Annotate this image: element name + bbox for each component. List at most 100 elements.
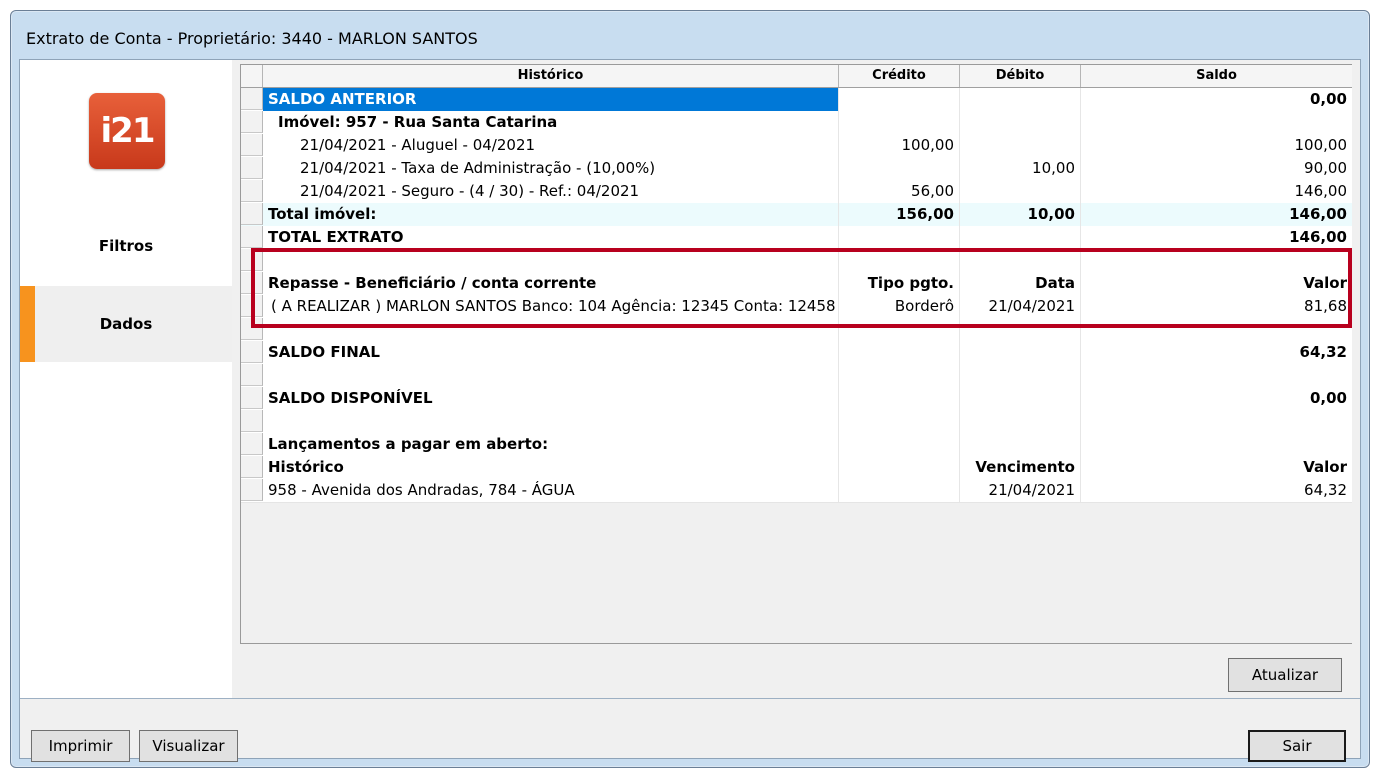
cell-historico[interactable]: SALDO FINAL <box>263 341 839 364</box>
cell-saldo[interactable]: 100,00 <box>1081 134 1352 157</box>
cell-historico[interactable]: Total imóvel: <box>263 203 839 226</box>
row-indicator[interactable] <box>241 134 263 156</box>
cell-credito[interactable]: 156,00 <box>839 203 960 226</box>
cell-saldo[interactable]: 0,00 <box>1081 88 1352 111</box>
cell-debito[interactable]: 21/04/2021 <box>960 295 1081 318</box>
cell-credito[interactable] <box>839 318 960 341</box>
cell-saldo[interactable]: 90,00 <box>1081 157 1352 180</box>
row-imovel[interactable]: Imóvel: 957 - Rua Santa Catarina <box>241 111 1352 135</box>
row-indicator[interactable] <box>241 226 263 248</box>
cell-saldo[interactable]: 146,00 <box>1081 180 1352 203</box>
cell-credito[interactable] <box>839 88 960 111</box>
cell-saldo[interactable] <box>1081 318 1352 341</box>
row-indicator[interactable] <box>241 456 263 478</box>
cell-credito[interactable]: Borderô <box>839 295 960 318</box>
cell-debito[interactable] <box>960 387 1081 410</box>
row-indicator[interactable] <box>241 249 263 271</box>
cell-credito[interactable] <box>839 341 960 364</box>
row-indicator[interactable] <box>241 410 263 432</box>
imprimir-button[interactable]: Imprimir <box>31 730 130 762</box>
row-lancamentos-header[interactable]: Histórico Vencimento Valor <box>241 456 1352 480</box>
extrato-grid[interactable]: Histórico Crédito Débito Saldo SALDO ANT… <box>240 64 1352 644</box>
cell-historico[interactable]: 21/04/2021 - Seguro - (4 / 30) - Ref.: 0… <box>263 180 839 203</box>
cell-saldo[interactable]: 0,00 <box>1081 387 1352 410</box>
cell-saldo[interactable]: 64,32 <box>1081 341 1352 364</box>
cell-saldo[interactable]: Valor <box>1081 456 1352 479</box>
row-indicator[interactable] <box>241 387 263 409</box>
header-historico[interactable]: Histórico <box>263 65 839 87</box>
cell-credito[interactable] <box>839 410 960 433</box>
header-debito[interactable]: Débito <box>960 65 1081 87</box>
cell-historico[interactable]: Histórico <box>263 456 839 479</box>
row-taxa-administracao[interactable]: 21/04/2021 - Taxa de Administração - (10… <box>241 157 1352 181</box>
cell-historico[interactable]: Lançamentos a pagar em aberto: <box>263 433 839 456</box>
cell-historico[interactable]: TOTAL EXTRATO <box>263 226 839 249</box>
cell-debito[interactable] <box>960 88 1081 111</box>
cell-historico[interactable]: SALDO DISPONÍVEL <box>263 387 839 410</box>
cell-saldo[interactable] <box>1081 433 1352 456</box>
cell-historico[interactable]: Imóvel: 957 - Rua Santa Catarina <box>263 111 839 134</box>
row-indicator[interactable] <box>241 433 263 455</box>
cell-historico[interactable] <box>263 410 839 433</box>
cell-historico[interactable]: ( A REALIZAR ) MARLON SANTOS Banco: 104 … <box>263 295 839 318</box>
row-indicator[interactable] <box>241 341 263 363</box>
cell-historico[interactable]: 21/04/2021 - Taxa de Administração - (10… <box>263 157 839 180</box>
cell-debito[interactable] <box>960 180 1081 203</box>
cell-credito[interactable] <box>839 249 960 272</box>
cell-saldo[interactable]: 81,68 <box>1081 295 1352 318</box>
cell-saldo[interactable]: 146,00 <box>1081 226 1352 249</box>
row-indicator[interactable] <box>241 318 263 340</box>
nav-item-dados[interactable]: Dados <box>20 286 232 362</box>
nav-item-filtros[interactable]: Filtros <box>20 208 232 284</box>
cell-debito[interactable] <box>960 341 1081 364</box>
cell-credito[interactable] <box>839 157 960 180</box>
header-credito[interactable]: Crédito <box>839 65 960 87</box>
cell-credito[interactable]: 100,00 <box>839 134 960 157</box>
cell-saldo[interactable] <box>1081 364 1352 387</box>
cell-debito[interactable] <box>960 318 1081 341</box>
row-lancamentos-title[interactable]: Lançamentos a pagar em aberto: <box>241 433 1352 457</box>
row-total-extrato[interactable]: TOTAL EXTRATO 146,00 <box>241 226 1352 250</box>
cell-historico[interactable] <box>263 364 839 387</box>
row-repasse-header[interactable]: Repasse - Beneficiário / conta corrente … <box>241 272 1352 296</box>
row-blank[interactable] <box>241 249 1352 273</box>
atualizar-button[interactable]: Atualizar <box>1228 658 1342 692</box>
cell-credito[interactable]: Tipo pgto. <box>839 272 960 295</box>
cell-credito[interactable] <box>839 387 960 410</box>
row-indicator[interactable] <box>241 203 263 225</box>
row-saldo-anterior[interactable]: SALDO ANTERIOR 0,00 <box>241 88 1352 112</box>
cell-historico[interactable]: 958 - Avenida dos Andradas, 784 - ÁGUA <box>263 479 839 502</box>
row-blank[interactable] <box>241 410 1352 434</box>
cell-historico[interactable] <box>263 318 839 341</box>
cell-saldo[interactable]: 64,32 <box>1081 479 1352 502</box>
cell-credito[interactable] <box>839 479 960 502</box>
row-indicator[interactable] <box>241 479 263 501</box>
cell-historico[interactable]: SALDO ANTERIOR <box>263 88 839 111</box>
cell-debito[interactable] <box>960 433 1081 456</box>
cell-credito[interactable]: 56,00 <box>839 180 960 203</box>
cell-credito[interactable] <box>839 456 960 479</box>
row-blank[interactable] <box>241 318 1352 342</box>
cell-historico[interactable]: 21/04/2021 - Aluguel - 04/2021 <box>263 134 839 157</box>
cell-credito[interactable] <box>839 364 960 387</box>
cell-debito[interactable]: 21/04/2021 <box>960 479 1081 502</box>
row-repasse-detail[interactable]: ( A REALIZAR ) MARLON SANTOS Banco: 104 … <box>241 295 1352 319</box>
sair-button[interactable]: Sair <box>1248 730 1346 762</box>
cell-credito[interactable] <box>839 226 960 249</box>
cell-debito[interactable]: Data <box>960 272 1081 295</box>
cell-saldo[interactable]: 146,00 <box>1081 203 1352 226</box>
row-indicator[interactable] <box>241 272 263 294</box>
row-blank[interactable] <box>241 364 1352 388</box>
cell-debito[interactable] <box>960 134 1081 157</box>
row-total-imovel[interactable]: Total imóvel: 156,00 10,00 146,00 <box>241 203 1352 227</box>
row-seguro[interactable]: 21/04/2021 - Seguro - (4 / 30) - Ref.: 0… <box>241 180 1352 204</box>
row-indicator[interactable] <box>241 157 263 179</box>
row-indicator[interactable] <box>241 295 263 317</box>
row-indicator[interactable] <box>241 364 263 386</box>
cell-historico[interactable]: Repasse - Beneficiário / conta corrente <box>263 272 839 295</box>
row-saldo-disponivel[interactable]: SALDO DISPONÍVEL 0,00 <box>241 387 1352 411</box>
cell-debito[interactable]: Vencimento <box>960 456 1081 479</box>
cell-saldo[interactable]: Valor <box>1081 272 1352 295</box>
row-saldo-final[interactable]: SALDO FINAL 64,32 <box>241 341 1352 365</box>
cell-saldo[interactable] <box>1081 410 1352 433</box>
